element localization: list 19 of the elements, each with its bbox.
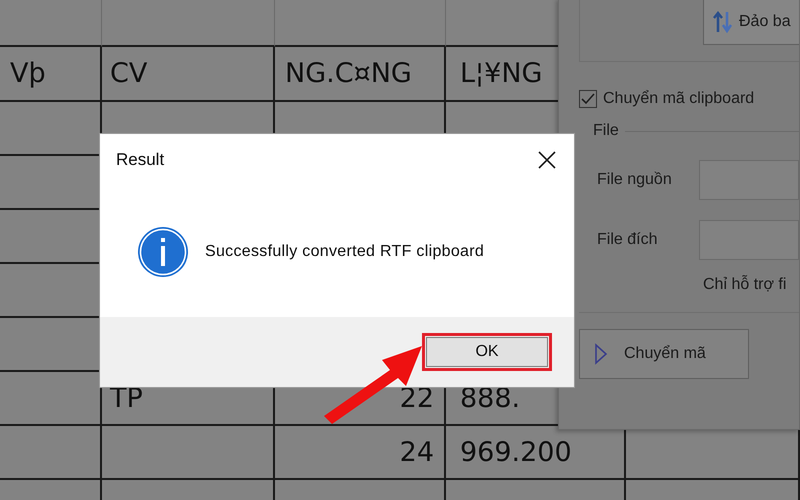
info-icon bbox=[137, 226, 189, 278]
field-label: File đích bbox=[597, 231, 658, 249]
message-text: Successfully converted RTF clipboard bbox=[205, 242, 484, 260]
convert-button[interactable]: Chuyển mã bbox=[579, 329, 749, 379]
close-button[interactable] bbox=[536, 149, 558, 171]
swap-button[interactable]: Đảo ba bbox=[703, 0, 799, 45]
column-header: NG.C¤NG bbox=[275, 47, 446, 102]
swap-arrows-icon bbox=[712, 10, 734, 34]
note-text: Chỉ hỗ trợ fi bbox=[702, 276, 788, 294]
table-cell: 24 bbox=[275, 426, 446, 480]
input-field[interactable] bbox=[699, 160, 799, 200]
window-title: Result bbox=[116, 150, 164, 170]
column-header: Vþ bbox=[0, 47, 102, 102]
field-label: File nguồn bbox=[597, 171, 672, 189]
play-icon bbox=[594, 343, 608, 365]
checkbox[interactable] bbox=[579, 90, 597, 108]
group-title: File bbox=[593, 122, 619, 140]
input-field[interactable] bbox=[699, 220, 799, 260]
column-header: CV bbox=[102, 47, 275, 102]
